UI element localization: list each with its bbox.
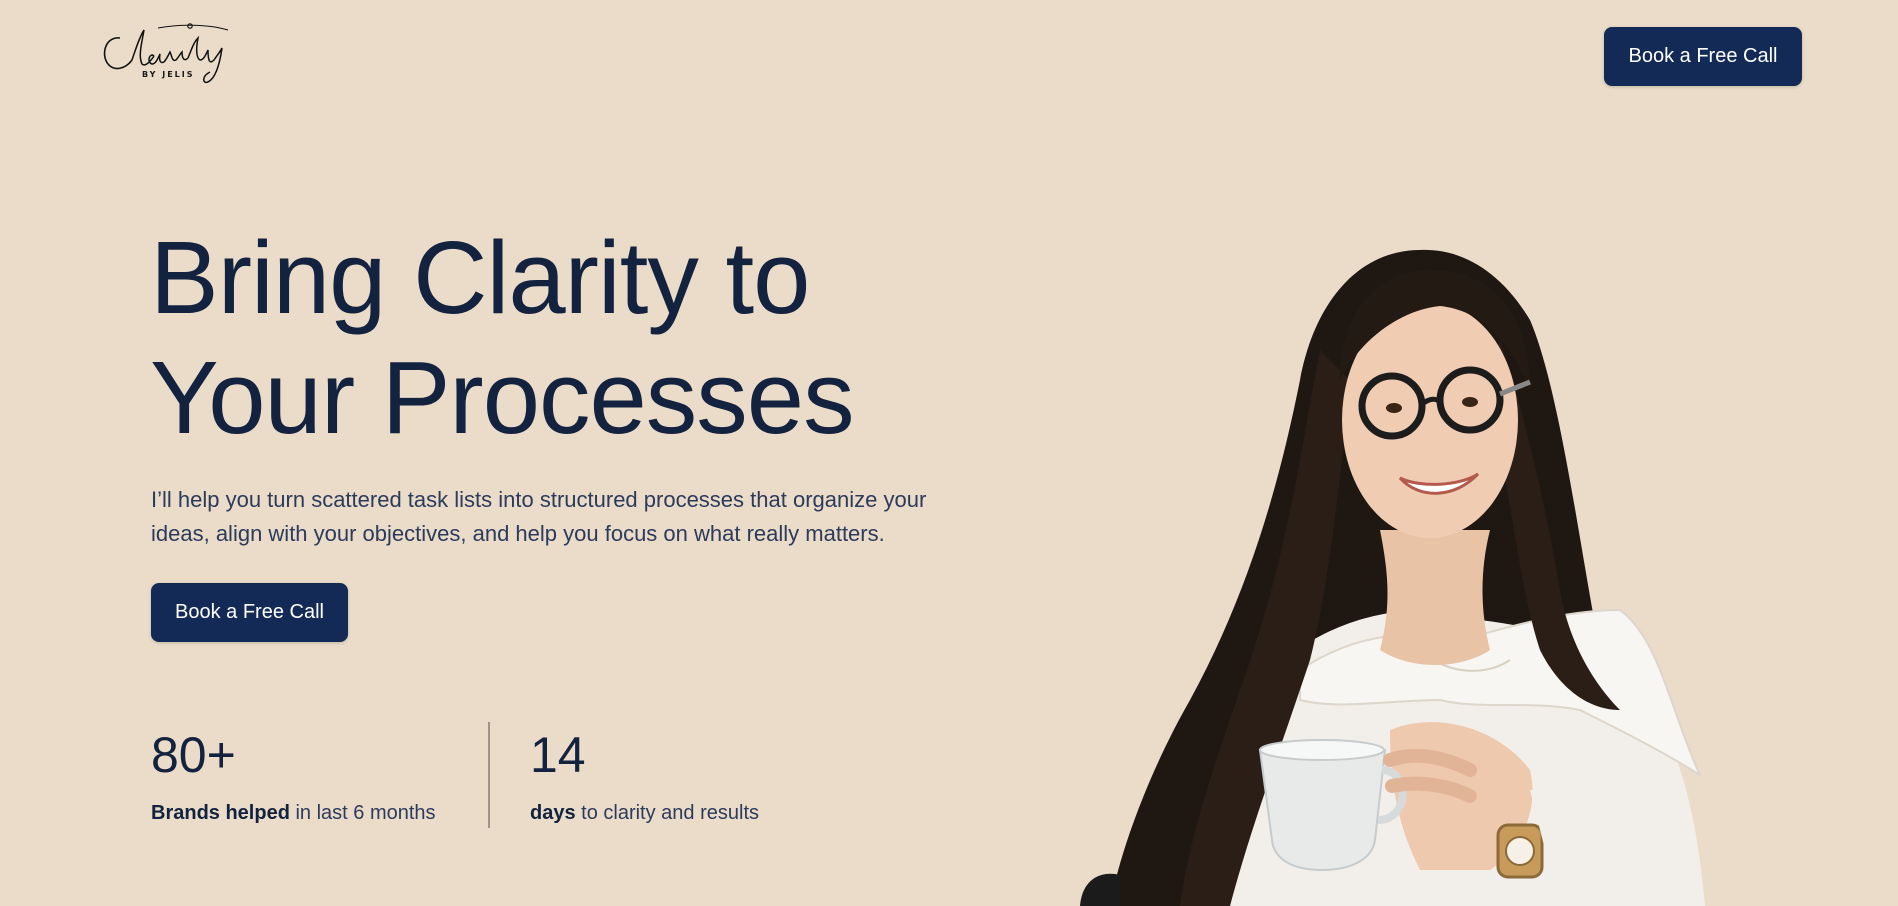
stat-label-rest: in last 6 months bbox=[289, 802, 436, 824]
stats-divider bbox=[488, 722, 490, 828]
stat-label-bold: Brands helped bbox=[151, 802, 290, 824]
stat-number: 14 bbox=[530, 727, 586, 783]
hero-subtitle: I’ll help you turn scattered task lists … bbox=[151, 483, 951, 551]
stat-label-rest: to clarity and results bbox=[575, 802, 760, 824]
hero-subtitle-line-2: ideas, align with your objectives, and h… bbox=[151, 521, 885, 546]
logo-subtitle: BY JELIS bbox=[142, 70, 195, 79]
stat-label: days to clarity and results bbox=[530, 802, 759, 825]
stat-label-bold: days bbox=[530, 802, 576, 824]
hero-book-call-button[interactable]: Book a Free Call bbox=[151, 583, 348, 642]
header-book-call-button[interactable]: Book a Free Call bbox=[1604, 27, 1802, 86]
stat-days-to-clarity: 14 days to clarity and results bbox=[530, 725, 759, 825]
hero-subtitle-line-1: I’ll help you turn scattered task lists … bbox=[151, 487, 927, 512]
portrait-photo bbox=[1060, 230, 1760, 906]
stat-number: 80+ bbox=[151, 727, 236, 783]
hero-title-line-1: Bring Clarity to bbox=[150, 220, 810, 335]
brand-logo[interactable]: BY JELIS bbox=[98, 22, 232, 88]
hero-title-line-2: Your Processes bbox=[150, 340, 855, 455]
stat-label: Brands helped in last 6 months bbox=[151, 802, 436, 825]
hero-title: Bring Clarity to Your Processes bbox=[150, 218, 950, 458]
stat-brands-helped: 80+ Brands helped in last 6 months bbox=[151, 725, 436, 825]
portrait-icon bbox=[1080, 249, 1705, 906]
landing-page: BY JELIS Book a Free Call Bring Clarity … bbox=[0, 0, 1898, 906]
